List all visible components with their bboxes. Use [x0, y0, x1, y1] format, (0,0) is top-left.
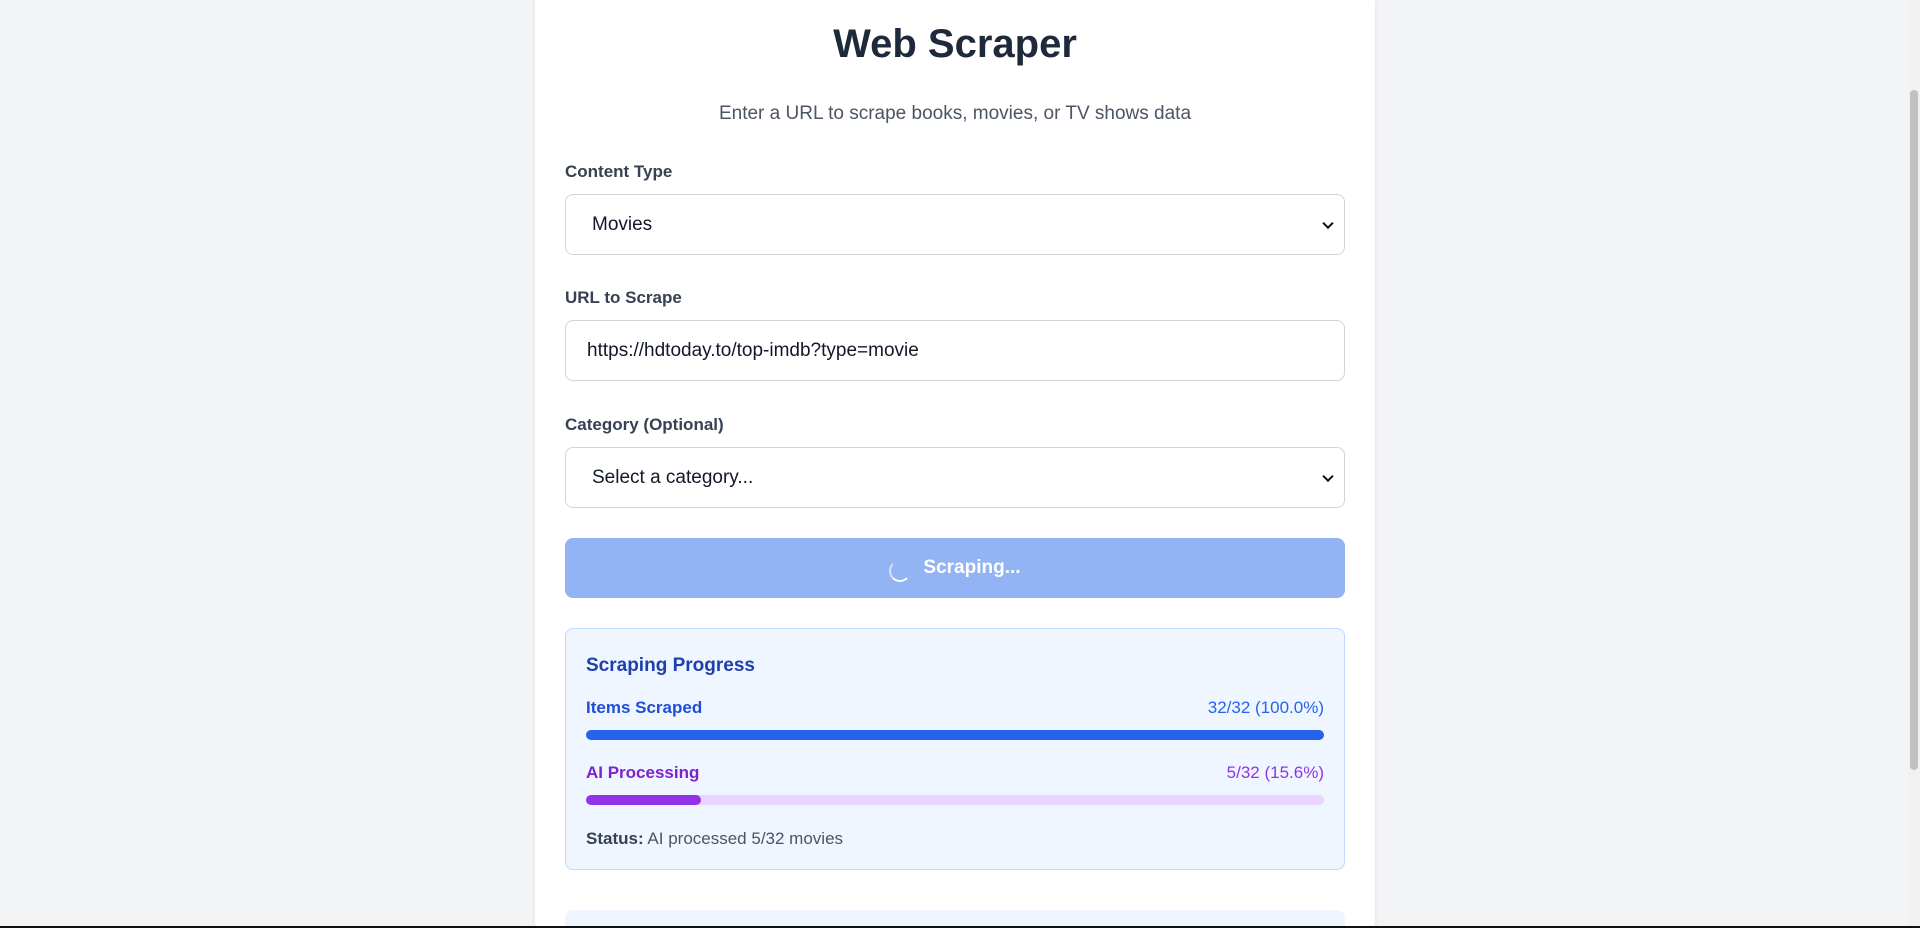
url-input-value: https://hdtoday.to/top-imdb?type=movie: [587, 339, 919, 361]
ai-processing-bar: [586, 795, 1324, 805]
ai-processing-bar-fill: [586, 795, 702, 805]
page-scrollbar[interactable]: [1908, 0, 1920, 928]
items-scraped-label: Items Scraped: [586, 698, 703, 717]
content-type-select[interactable]: Movies: [565, 194, 1345, 255]
scraper-card: Web Scraper Enter a URL to scrape books,…: [535, 0, 1375, 928]
category-select[interactable]: Select a category...: [565, 447, 1345, 508]
items-scraped-bar: [586, 730, 1324, 740]
url-label: URL to Scrape: [565, 288, 682, 307]
status-text: AI processed 5/32 movies: [647, 829, 844, 848]
category-label: Category (Optional): [565, 415, 724, 434]
ai-processing-stat: 5/32 (15.6%): [1226, 763, 1324, 782]
scrape-button[interactable]: Scraping...: [565, 538, 1345, 598]
spinner-icon: [889, 560, 912, 582]
items-scraped-stat: 32/32 (100.0%): [1207, 698, 1324, 717]
progress-title: Scraping Progress: [586, 655, 755, 676]
status-line: Status: AI processed 5/32 movies: [586, 829, 843, 849]
scraping-progress-panel: Scraping Progress Items Scraped 32/32 (1…: [565, 628, 1345, 870]
url-input[interactable]: https://hdtoday.to/top-imdb?type=movie: [565, 320, 1345, 381]
scrollbar-thumb[interactable]: [1910, 90, 1918, 770]
content-type-value: Movies: [592, 213, 653, 235]
ai-processing-label: AI Processing: [586, 763, 700, 782]
page-title: Web Scraper: [833, 22, 1077, 66]
chevron-down-icon: [1322, 470, 1334, 482]
scrape-button-label: Scraping...: [923, 557, 1021, 578]
items-scraped-bar-fill: [586, 730, 1324, 740]
page-subtitle: Enter a URL to scrape books, movies, or …: [718, 103, 1192, 124]
content-type-label: Content Type: [565, 162, 673, 181]
status-label: Status:: [586, 829, 644, 848]
chevron-down-icon: [1322, 217, 1334, 229]
category-value: Select a category...: [592, 466, 754, 488]
